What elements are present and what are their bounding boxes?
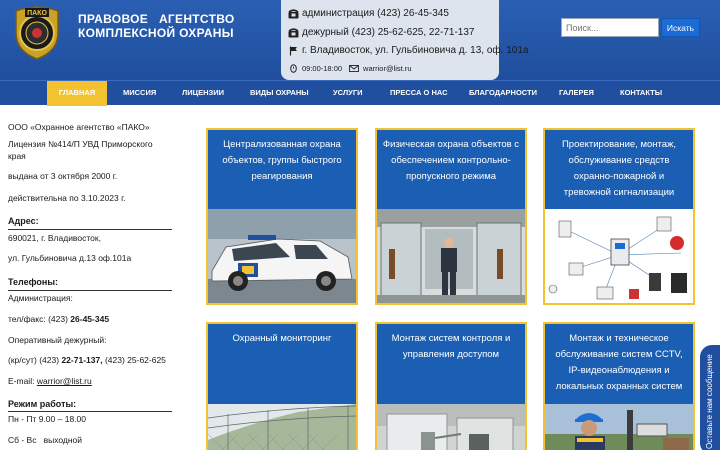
phone-icon	[287, 8, 299, 19]
nav-item-mission[interactable]: Миссия	[123, 81, 156, 106]
phones-heading: Телефоны:	[8, 277, 59, 287]
divider	[8, 229, 172, 230]
duty-number: 22-71-137,	[61, 355, 103, 365]
card-title: Охранный мониторинг	[232, 333, 332, 344]
search-button[interactable]: Искать	[661, 18, 700, 37]
license-line-1: Лицензия №414/П УВД Приморского	[8, 139, 153, 149]
card-title: Проектирование, монтаж, обслуживание сре…	[561, 139, 677, 198]
service-card-cctv[interactable]: Монтаж и техническое обслуживание систем…	[543, 322, 695, 450]
nav-item-gallery[interactable]: Галерея	[559, 81, 594, 106]
address: г. Владивосток, ул. Гульбиновича д. 13, …	[302, 45, 529, 56]
card-title: Централизованная охрана объектов, группы…	[222, 139, 342, 182]
license-valid: действительна по 3.10.2023 г.	[8, 193, 126, 203]
feedback-tab[interactable]: Оставьте нам сообщение	[700, 345, 720, 450]
fax-number: 26-45-345	[70, 314, 110, 324]
duty-phone: дежурный (423) 25-62-625, 22-71-137	[302, 27, 475, 38]
guard-at-entrance-image	[377, 209, 525, 303]
duty-label: Оперативный дежурный:	[8, 335, 107, 345]
duty-phone-line[interactable]: дежурный (423) 25-62-625, 22-71-137	[287, 27, 474, 38]
service-card-monitoring[interactable]: Охранный мониторинг	[206, 322, 358, 450]
nav-item-contacts[interactable]: Контакты	[620, 81, 662, 106]
hours-weekend: Сб - Вс выходной	[8, 435, 83, 445]
hours-heading: Режим работы:	[8, 399, 77, 409]
admin-phone: администрация (423) 26-45-345	[302, 8, 449, 19]
card-title: Монтаж систем контроля и управления дост…	[391, 333, 511, 360]
turnstile-image	[377, 404, 525, 450]
nav-item-home[interactable]: Главная	[47, 81, 107, 106]
email-label: E-mail:	[8, 376, 35, 386]
duty-line: (кр/сут) (423) 22-71-137, (423) 25-62-62…	[8, 355, 166, 365]
envelope-icon	[348, 65, 360, 72]
service-card-central-security[interactable]: Централизованная охрана объектов, группы…	[206, 128, 358, 305]
divider	[8, 290, 172, 291]
card-title: Монтаж и техническое обслуживание систем…	[555, 333, 683, 392]
license-line-2: края	[8, 151, 26, 161]
technician-image	[545, 404, 693, 450]
security-car-image	[208, 209, 356, 303]
fence-cctv-image	[208, 404, 356, 450]
brand-name[interactable]: ПРАВОВОЕ АГЕНТСТВО КОМПЛЕКСНОЙ ОХРАНЫ	[78, 12, 235, 40]
admin-label: Администрация:	[8, 293, 73, 303]
nav-item-services[interactable]: Услуги	[333, 81, 362, 106]
divider	[8, 411, 172, 412]
email-link[interactable]: warrior@list.ru	[363, 64, 411, 73]
phone-icon	[287, 27, 299, 38]
nav-item-press[interactable]: Пресса о нас	[390, 81, 448, 106]
feedback-tab-label: Оставьте нам сообщение	[705, 354, 714, 449]
logo-text: ПАКО	[27, 10, 47, 17]
duty-prefix: (кр/сут) (423)	[8, 355, 60, 365]
brand-line-2: КОМПЛЕКСНОЙ ОХРАНЫ	[78, 26, 234, 40]
flag-icon	[287, 46, 299, 56]
address-heading: Адрес:	[8, 216, 39, 226]
service-card-physical-security[interactable]: Физическая охрана объектов с обеспечение…	[375, 128, 527, 305]
pako-logo[interactable]: ПАКО	[10, 3, 64, 61]
nav-item-licenses[interactable]: Лицензии	[182, 81, 224, 106]
hours-email-line: 09:00-18:00 warrior@list.ru	[287, 64, 412, 73]
address-line-1: 690021, г. Владивосток,	[8, 233, 101, 243]
service-card-alarm-systems[interactable]: Проектирование, монтаж, обслуживание сре…	[543, 128, 695, 305]
license-issued: выдана от 3 октября 2000 г.	[8, 171, 118, 181]
duty-rest: (423) 25-62-625	[104, 355, 166, 365]
card-title: Физическая охрана объектов с обеспечение…	[382, 139, 520, 182]
service-card-access-control[interactable]: Монтаж систем контроля и управления дост…	[375, 322, 527, 450]
contact-box: администрация (423) 26-45-345 дежурный (…	[281, 0, 528, 80]
fax-label: тел/факс: (423)	[8, 314, 68, 324]
nav-item-gratitude[interactable]: Благодарности	[469, 81, 537, 106]
site-header: ПАКО ПРАВОВОЕ АГЕНТСТВО КОМПЛЕКСНОЙ ОХРА…	[0, 0, 720, 80]
main-nav: Главная Миссия Лицензии Виды охраны Услу…	[0, 80, 720, 106]
brand-line-1: ПРАВОВОЕ АГЕНТСТВО	[78, 12, 235, 26]
search-form: Искать	[561, 18, 700, 37]
nav-item-security-types[interactable]: Виды охраны	[250, 81, 309, 106]
admin-phone-line[interactable]: администрация (423) 26-45-345	[287, 8, 449, 19]
fax-line: тел/факс: (423) 26-45-345	[8, 314, 109, 324]
clock-icon	[287, 64, 299, 73]
search-input[interactable]	[561, 18, 659, 37]
email-line: E-mail: warrior@list.ru	[8, 376, 92, 386]
hours-weekdays: Пн - Пт 9.00 – 18.00	[8, 414, 86, 424]
info-email-link[interactable]: warrior@list.ru	[37, 376, 92, 386]
alarm-equipment-image	[545, 209, 693, 303]
work-hours: 09:00-18:00	[302, 64, 343, 73]
company-name: ООО «Охранное агентство «ПАКО»	[8, 122, 150, 132]
address-line: г. Владивосток, ул. Гульбиновича д. 13, …	[287, 45, 528, 56]
address-line-2: ул. Гульбиновича д.13 оф.101а	[8, 253, 132, 263]
